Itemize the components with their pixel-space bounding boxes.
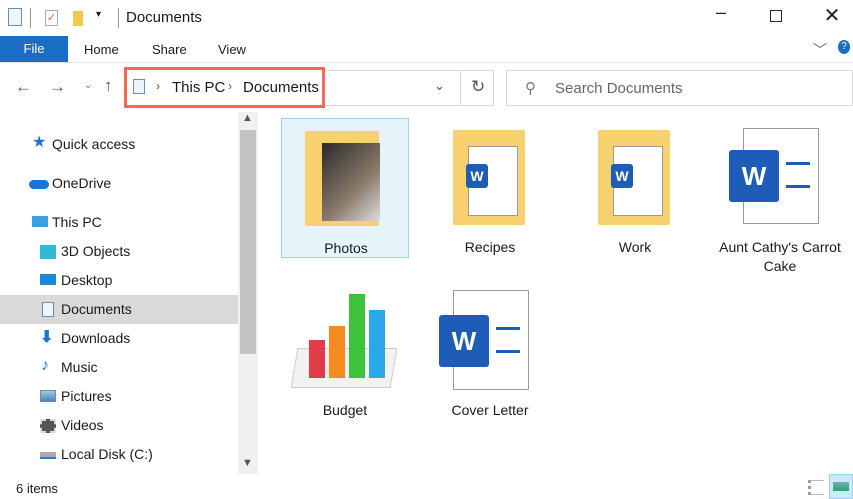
file-item-cover-letter[interactable]: W Cover Letter: [426, 290, 554, 425]
photo-thumbnail: [322, 143, 380, 221]
text-lines-icon: [786, 162, 810, 188]
orange-bar: [329, 326, 345, 378]
chevron-right-icon: ›: [228, 79, 232, 93]
checklist-icon[interactable]: ✓: [45, 10, 58, 26]
tab-share[interactable]: Share: [152, 42, 187, 57]
search-box[interactable]: ⚲ Search Documents: [506, 70, 853, 106]
file-item-aunt-cathys-carrot-cake[interactable]: W Aunt Cathy's Carrot Cake: [716, 118, 844, 278]
word-icon: W: [729, 150, 779, 202]
documents-location-icon: [133, 79, 145, 94]
folder-item-work[interactable]: W Work: [571, 118, 699, 258]
window-title: Documents: [126, 9, 202, 26]
chevron-right-icon: ›: [156, 79, 160, 93]
document-properties-icon[interactable]: [8, 8, 22, 26]
music-note-icon: ♪: [41, 357, 49, 374]
title-bar: ✓ ▾ Documents – ✕: [0, 0, 853, 36]
star-icon: ★: [32, 134, 47, 151]
divider: [460, 70, 461, 106]
item-count: 6 items: [16, 481, 58, 496]
green-bar: [349, 294, 365, 378]
minimize-button[interactable]: –: [706, 2, 736, 23]
maximize-button[interactable]: [761, 6, 791, 26]
red-bar: [309, 340, 325, 378]
sidebar-item-local-disk[interactable]: Local Disk (C:): [0, 440, 238, 469]
document-icon: [42, 302, 54, 317]
sidebar-item-3d-objects[interactable]: 3D Objects: [0, 237, 238, 266]
search-input[interactable]: Search Documents: [555, 80, 683, 97]
desktop-icon: [40, 274, 56, 285]
computer-icon: [32, 216, 48, 227]
breadcrumb-this-pc[interactable]: This PC: [172, 79, 225, 96]
film-icon: [40, 419, 56, 433]
forward-arrow-icon[interactable]: →: [49, 77, 66, 97]
customize-toolbar-dropdown-icon[interactable]: ▾: [96, 9, 101, 20]
sidebar-item-pictures[interactable]: Pictures: [0, 382, 238, 411]
tab-file[interactable]: File: [0, 36, 68, 62]
back-arrow-icon[interactable]: ←: [15, 77, 32, 97]
file-item-budget[interactable]: Budget: [281, 290, 409, 425]
pictures-icon: [40, 390, 56, 402]
address-dropdown-chevron-icon[interactable]: ⌄: [434, 78, 445, 94]
breadcrumb-documents[interactable]: Documents: [243, 79, 319, 96]
sidebar-item-quick-access[interactable]: ★ Quick access: [0, 130, 238, 159]
large-icons-view-icon: [833, 482, 849, 491]
search-icon: ⚲: [525, 80, 536, 97]
tab-view[interactable]: View: [218, 42, 246, 57]
cube-icon: [40, 245, 56, 259]
cloud-icon: [29, 180, 49, 189]
word-icon: W: [466, 164, 488, 188]
expand-ribbon-chevron-icon[interactable]: ﹀: [813, 40, 827, 60]
scrollbar-thumb[interactable]: [240, 130, 256, 354]
sidebar-item-onedrive[interactable]: OneDrive: [0, 169, 238, 198]
divider: [30, 8, 31, 28]
ribbon: [0, 36, 853, 63]
word-icon: W: [439, 315, 489, 367]
tab-home[interactable]: Home: [84, 42, 119, 57]
scroll-up-icon[interactable]: ▲: [242, 112, 253, 124]
folder-item-recipes[interactable]: W Recipes: [426, 118, 554, 258]
sidebar-item-desktop[interactable]: Desktop: [0, 266, 238, 295]
scroll-down-icon[interactable]: ▼: [242, 457, 253, 469]
up-arrow-icon[interactable]: ↑: [104, 76, 113, 96]
text-lines-icon: [496, 327, 520, 353]
refresh-icon[interactable]: ↻: [471, 77, 485, 97]
sidebar-item-downloads[interactable]: ⬇ Downloads: [0, 324, 238, 353]
sidebar-item-music[interactable]: ♪ Music: [0, 353, 238, 382]
sidebar-item-videos[interactable]: Videos: [0, 411, 238, 440]
recent-locations-chevron-icon[interactable]: ⌄: [84, 80, 92, 91]
word-icon: W: [611, 164, 633, 188]
download-arrow-icon: ⬇: [40, 329, 54, 346]
drive-icon: [40, 452, 56, 459]
sidebar-item-this-pc[interactable]: This PC: [0, 208, 238, 237]
sidebar-item-documents[interactable]: Documents: [0, 295, 238, 324]
help-icon[interactable]: ?: [838, 40, 850, 54]
navigation-pane: ★ Quick access OneDrive This PC 3D Object…: [0, 112, 238, 478]
new-folder-icon[interactable]: [73, 11, 83, 26]
divider: [118, 8, 119, 28]
close-button[interactable]: ✕: [817, 3, 847, 28]
folder-item-photos[interactable]: Photos: [281, 118, 409, 258]
large-icons-view-button[interactable]: [829, 474, 853, 499]
blue-bar: [369, 310, 385, 378]
details-view-icon[interactable]: [808, 480, 824, 495]
